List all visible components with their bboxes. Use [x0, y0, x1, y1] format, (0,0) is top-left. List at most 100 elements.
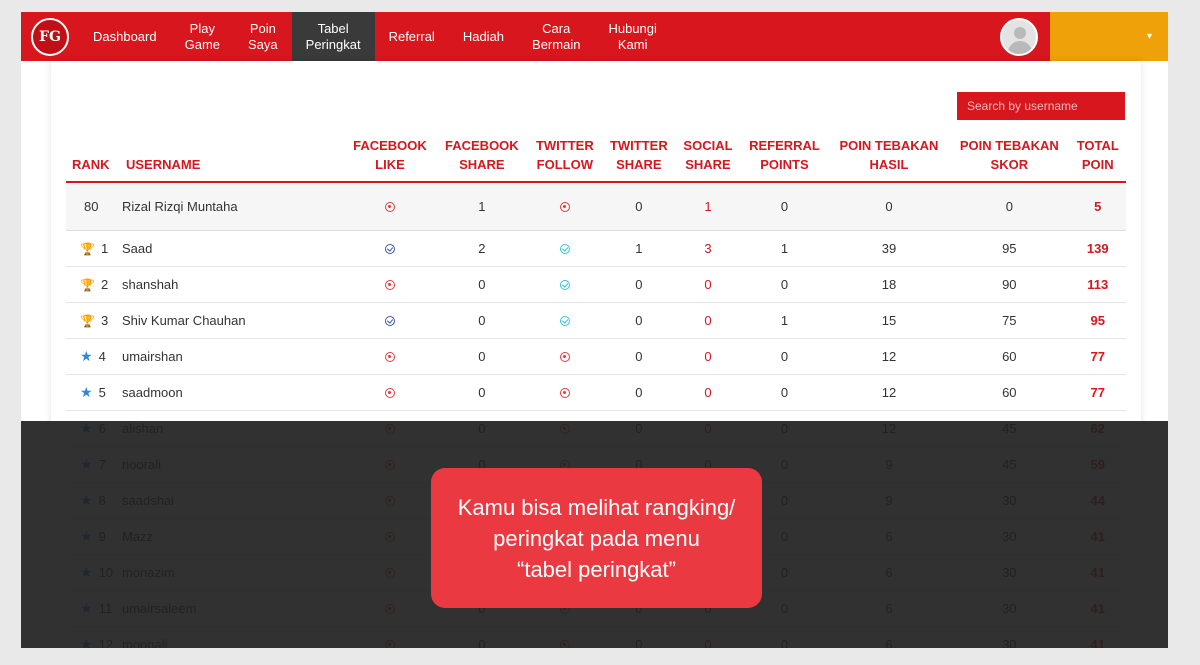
column-header-twitter-follow: TWITTER FOLLOW [527, 136, 602, 183]
trophy-icon: 🏆 [80, 313, 95, 328]
x-circle-icon [384, 388, 395, 399]
poin-skor-cell: 60 [949, 374, 1070, 411]
total-poin-cell: 113 [1069, 266, 1126, 303]
referral-points-cell: 0 [740, 266, 829, 303]
facebook-share-cell: 0 [435, 338, 528, 375]
star-icon: ★ [80, 383, 93, 400]
callout-line-3: “tabel peringkat” [517, 556, 676, 582]
poin-skor-cell: 60 [949, 338, 1070, 375]
poin-skor-cell: 0 [949, 182, 1070, 231]
twitter-share-cell: 0 [601, 302, 676, 339]
check-circle-icon [384, 316, 395, 327]
rank-number: 5 [98, 384, 106, 400]
twitter-share-cell: 0 [601, 338, 676, 375]
avatar-wrap[interactable] [988, 12, 1050, 61]
social-share-cell: 1 [675, 182, 741, 231]
check-circle-icon [559, 316, 570, 327]
facebook-share-cell: 0 [435, 374, 528, 411]
facebook-share-cell: 0 [435, 302, 528, 339]
total-poin-cell: 5 [1069, 182, 1126, 231]
total-poin-cell: 139 [1069, 230, 1126, 267]
x-circle-icon [384, 352, 395, 363]
nav-item-referral[interactable]: Referral [375, 12, 449, 61]
rank-cell: 80 [66, 182, 122, 231]
username-cell: Rizal Rizqi Muntaha [122, 182, 344, 231]
table-row: 🏆 1 Saad 2 1 3 1 39 95 139 [66, 230, 1126, 267]
check-circle-icon [384, 244, 395, 255]
fb-like-status [344, 266, 436, 303]
rank-cell: 🏆 3 [66, 302, 122, 339]
app-frame: FG Dashboard Play Game Poin Saya Tabel Peri… [21, 12, 1168, 648]
nav-item-play-game[interactable]: Play Game [171, 12, 234, 61]
facebook-share-cell: 0 [435, 266, 528, 303]
nav-item-tabel-peringkat[interactable]: Tabel Peringkat [291, 12, 375, 61]
search-input[interactable] [957, 92, 1125, 120]
tw-follow-status [527, 338, 602, 375]
table-row: 🏆 3 Shiv Kumar Chauhan 0 0 0 1 15 75 95 [66, 302, 1126, 339]
x-circle-icon [559, 352, 570, 363]
top-navbar: FG Dashboard Play Game Poin Saya Tabel Peri… [21, 12, 1168, 61]
rank-number: 3 [100, 312, 109, 328]
username-cell: shanshah [122, 266, 344, 303]
nav-item-poin-saya[interactable]: Poin Saya [234, 12, 292, 61]
poin-hasil-cell: 18 [828, 266, 950, 303]
referral-points-cell: 0 [740, 338, 829, 375]
poin-hasil-cell: 12 [828, 338, 950, 375]
total-poin-cell: 77 [1069, 374, 1126, 411]
nav-item-dashboard[interactable]: Dashboard [79, 12, 171, 61]
x-circle-icon [384, 280, 395, 291]
check-circle-icon [559, 244, 570, 255]
poin-hasil-cell: 15 [828, 302, 950, 339]
column-header-username: USERNAME [122, 136, 344, 183]
column-header-poin-tebakan-hasil: POIN TEBAKAN HASIL [828, 136, 950, 183]
trophy-icon: 🏆 [80, 277, 95, 292]
column-header-total-poin: TOTAL POIN [1069, 136, 1126, 183]
check-circle-icon [559, 280, 570, 291]
nav-item-cara-bermain[interactable]: Cara Bermain [518, 12, 594, 61]
rank-cell: 🏆 2 [66, 266, 122, 303]
username-cell: Saad [122, 230, 344, 267]
rank-number: 4 [98, 348, 106, 364]
twitter-share-cell: 0 [601, 182, 676, 231]
fb-like-status [344, 302, 436, 339]
total-poin-cell: 95 [1069, 302, 1126, 339]
twitter-share-cell: 0 [601, 266, 676, 303]
fb-like-status [344, 374, 436, 411]
logo[interactable]: FG [21, 12, 79, 61]
twitter-share-cell: 0 [601, 374, 676, 411]
twitter-share-cell: 1 [601, 230, 676, 267]
column-header-referral-points: REFERRAL POINTS [740, 136, 829, 183]
column-header-facebook-like: FACEBOOK LIKE [344, 136, 436, 183]
user-menu-dropdown[interactable]: ▾ [1050, 12, 1168, 61]
fb-like-status [344, 182, 436, 231]
current-user-row: 80 Rizal Rizqi Muntaha 1 0 1 0 0 0 5 [66, 182, 1126, 231]
table-header-row: RANK USERNAME FACEBOOK LIKE FACEBOOK SHARE T… [66, 136, 1126, 183]
nav-item-hubungi-kami[interactable]: Hubungi Kami [594, 12, 670, 61]
tw-follow-status [527, 230, 602, 267]
x-circle-icon [384, 202, 395, 213]
callout-line-1: Kamu bisa melihat rangking/ [457, 494, 736, 520]
username-cell: umairshan [122, 338, 344, 375]
nav-item-hadiah[interactable]: Hadiah [449, 12, 518, 61]
rank-cell: 🏆 1 [66, 230, 122, 267]
referral-points-cell: 1 [740, 230, 829, 267]
rank-number: 1 [100, 240, 109, 256]
nav-menu: Dashboard Play Game Poin Saya Tabel Peringk… [79, 12, 671, 61]
facebook-share-cell: 2 [435, 230, 528, 267]
table-row: ★ 4 umairshan 0 0 0 0 12 60 77 [66, 338, 1126, 375]
poin-hasil-cell: 0 [828, 182, 950, 231]
column-header-facebook-share: FACEBOOK SHARE [435, 136, 528, 183]
x-circle-icon [559, 388, 570, 399]
referral-points-cell: 1 [740, 302, 829, 339]
total-poin-cell: 77 [1069, 338, 1126, 375]
poin-hasil-cell: 12 [828, 374, 950, 411]
rank-number: 2 [100, 276, 109, 292]
callout-line-2: peringkat pada menu [493, 525, 700, 551]
column-header-social-share: SOCIAL SHARE [675, 136, 741, 183]
username-cell: Shiv Kumar Chauhan [122, 302, 344, 339]
poin-skor-cell: 90 [949, 266, 1070, 303]
social-share-cell: 3 [675, 230, 741, 267]
username-cell: saadmoon [122, 374, 344, 411]
social-share-cell: 0 [675, 374, 741, 411]
table-row: 🏆 2 shanshah 0 0 0 0 18 90 113 [66, 266, 1126, 303]
